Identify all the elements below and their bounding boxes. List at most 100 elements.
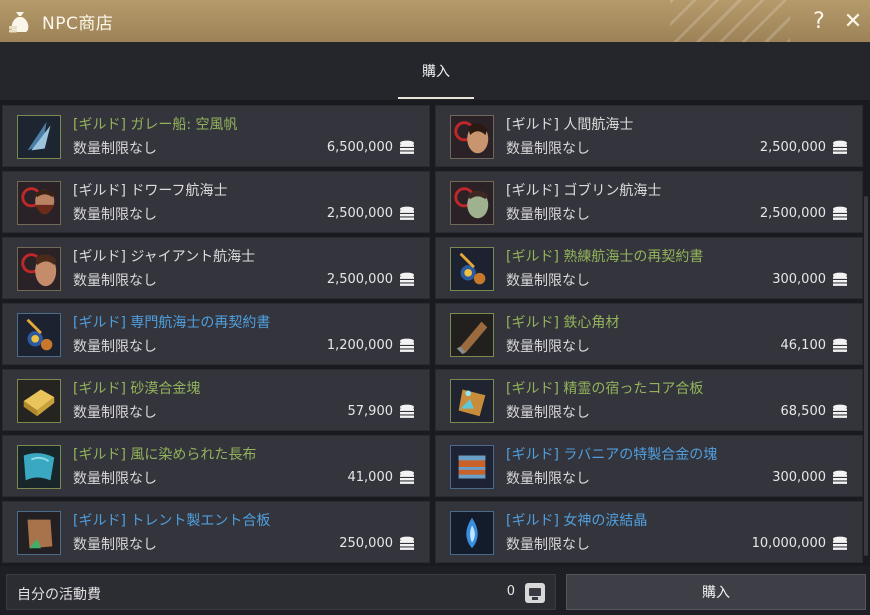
item-name: [ギルド] ガレー船: 空風帆 — [73, 117, 238, 133]
alloy-ingot-icon — [17, 379, 61, 423]
activity-funds-label: 自分の活動費 — [17, 587, 101, 603]
giant-navigator-icon — [17, 247, 61, 291]
item-price: 2,500,000 — [759, 206, 826, 221]
ent-plywood-icon — [17, 511, 61, 555]
item-price: 1,200,000 — [326, 338, 393, 353]
window-titlebar: NPC商店 ? ✕ — [0, 0, 870, 42]
shop-item-card[interactable]: [ギルド] ジャイアント航海士 数量制限なし 2,500,000 — [2, 237, 430, 299]
shop-item-card[interactable]: [ギルド] ガレー船: 空風帆 数量制限なし 6,500,000 — [2, 105, 430, 167]
tab-purchase[interactable]: 購入 — [398, 42, 474, 99]
coin-stack-icon — [832, 206, 848, 221]
shop-item-card[interactable]: [ギルド] 精霊の宿ったコア合板 数量制限なし 68,500 — [435, 369, 863, 431]
cloth-icon — [17, 445, 61, 489]
coin-stack-icon — [399, 206, 415, 221]
human-navigator-icon — [450, 115, 494, 159]
item-price: 2,500,000 — [759, 140, 826, 155]
shop-item-card[interactable]: [ギルド] ラバニアの特製合金の塊 数量制限なし 300,000 — [435, 435, 863, 497]
item-limit: 数量制限なし — [73, 141, 157, 157]
item-name: [ギルド] ラバニアの特製合金の塊 — [506, 447, 718, 463]
shop-item-card[interactable]: [ギルド] ドワーフ航海士 数量制限なし 2,500,000 — [2, 171, 430, 233]
coin-stack-icon — [399, 272, 415, 287]
item-limit: 数量制限なし — [506, 537, 590, 553]
item-name: [ギルド] 女神の涙結晶 — [506, 513, 648, 529]
special-alloy-icon — [450, 445, 494, 489]
coin-stack-icon — [832, 272, 848, 287]
item-name: [ギルド] 熟練航海士の再契約書 — [506, 249, 704, 265]
item-limit: 数量制限なし — [506, 405, 590, 421]
tear-crystal-icon — [450, 511, 494, 555]
goblin-navigator-icon — [450, 181, 494, 225]
shop-item-card[interactable]: [ギルド] ゴブリン航海士 数量制限なし 2,500,000 — [435, 171, 863, 233]
item-price: 300,000 — [772, 272, 826, 287]
coin-stack-icon — [399, 470, 415, 485]
activity-funds-value: 0 — [506, 584, 515, 599]
dwarf-navigator-icon — [17, 181, 61, 225]
money-bag-icon — [6, 7, 34, 35]
sail-icon — [17, 115, 61, 159]
item-price: 2,500,000 — [326, 206, 393, 221]
coin-stack-icon — [832, 404, 848, 419]
core-plywood-icon — [450, 379, 494, 423]
shop-item-card[interactable]: [ギルド] 鉄心角材 数量制限なし 46,100 — [435, 303, 863, 365]
shop-item-card[interactable]: [ギルド] 熟練航海士の再契約書 数量制限なし 300,000 — [435, 237, 863, 299]
close-button[interactable]: ✕ — [836, 4, 870, 38]
iron-timber-icon — [450, 313, 494, 357]
item-limit: 数量制限なし — [73, 273, 157, 289]
item-name: [ギルド] 専門航海士の再契約書 — [73, 315, 271, 331]
item-limit: 数量制限なし — [73, 339, 157, 355]
item-price: 57,900 — [347, 404, 394, 419]
item-price: 68,500 — [780, 404, 827, 419]
buy-button[interactable]: 購入 — [566, 574, 866, 610]
item-limit: 数量制限なし — [73, 471, 157, 487]
list-scrollbar[interactable] — [864, 196, 868, 556]
item-limit: 数量制限なし — [73, 537, 157, 553]
item-price: 250,000 — [339, 536, 393, 551]
item-name: [ギルド] トレント製エント合板 — [73, 513, 271, 529]
coin-stack-icon — [399, 140, 415, 155]
item-price: 300,000 — [772, 470, 826, 485]
coin-stack-icon — [399, 404, 415, 419]
help-button[interactable]: ? — [802, 4, 836, 38]
item-price: 41,000 — [347, 470, 394, 485]
window-title: NPC商店 — [42, 13, 114, 34]
coin-stack-icon — [832, 536, 848, 551]
tab-active-indicator — [398, 97, 474, 99]
coin-stack-icon — [399, 536, 415, 551]
activity-funds-panel: 自分の活動費 0 — [6, 574, 556, 610]
item-price: 2,500,000 — [326, 272, 393, 287]
item-limit: 数量制限なし — [73, 405, 157, 421]
shop-item-card[interactable]: [ギルド] 女神の涙結晶 数量制限なし 10,000,000 — [435, 501, 863, 563]
item-name: [ギルド] 人間航海士 — [506, 117, 634, 133]
item-name: [ギルド] 精霊の宿ったコア合板 — [506, 381, 704, 397]
activity-point-icon — [525, 583, 545, 603]
item-limit: 数量制限なし — [506, 207, 590, 223]
item-name: [ギルド] 鉄心角材 — [506, 315, 620, 331]
item-limit: 数量制限なし — [506, 141, 590, 157]
item-limit: 数量制限なし — [506, 471, 590, 487]
item-name: [ギルド] ドワーフ航海士 — [73, 183, 228, 199]
coin-stack-icon — [832, 140, 848, 155]
shop-item-card[interactable]: [ギルド] 専門航海士の再契約書 数量制限なし 1,200,000 — [2, 303, 430, 365]
footer-bar: 自分の活動費 0 購入 — [0, 566, 870, 615]
shop-item-card[interactable]: [ギルド] トレント製エント合板 数量制限なし 250,000 — [2, 501, 430, 563]
coin-stack-icon — [399, 338, 415, 353]
item-limit: 数量制限なし — [73, 207, 157, 223]
coin-stack-icon — [832, 338, 848, 353]
scroll-contract-icon — [450, 247, 494, 291]
item-name: [ギルド] 砂漠合金塊 — [73, 381, 201, 397]
titlebar-decoration — [670, 0, 790, 42]
coin-stack-icon — [832, 470, 848, 485]
shop-item-card[interactable]: [ギルド] 砂漠合金塊 数量制限なし 57,900 — [2, 369, 430, 431]
item-limit: 数量制限なし — [506, 339, 590, 355]
scroll-contract-icon — [17, 313, 61, 357]
item-price: 6,500,000 — [326, 140, 393, 155]
item-price: 46,100 — [780, 338, 827, 353]
item-price: 10,000,000 — [751, 536, 826, 551]
item-name: [ギルド] ジャイアント航海士 — [73, 249, 256, 265]
tab-bar: 購入 — [0, 42, 870, 100]
shop-item-card[interactable]: [ギルド] 風に染められた長布 数量制限なし 41,000 — [2, 435, 430, 497]
item-limit: 数量制限なし — [506, 273, 590, 289]
shop-item-card[interactable]: [ギルド] 人間航海士 数量制限なし 2,500,000 — [435, 105, 863, 167]
item-name: [ギルド] ゴブリン航海士 — [506, 183, 662, 199]
item-name: [ギルド] 風に染められた長布 — [73, 447, 257, 463]
